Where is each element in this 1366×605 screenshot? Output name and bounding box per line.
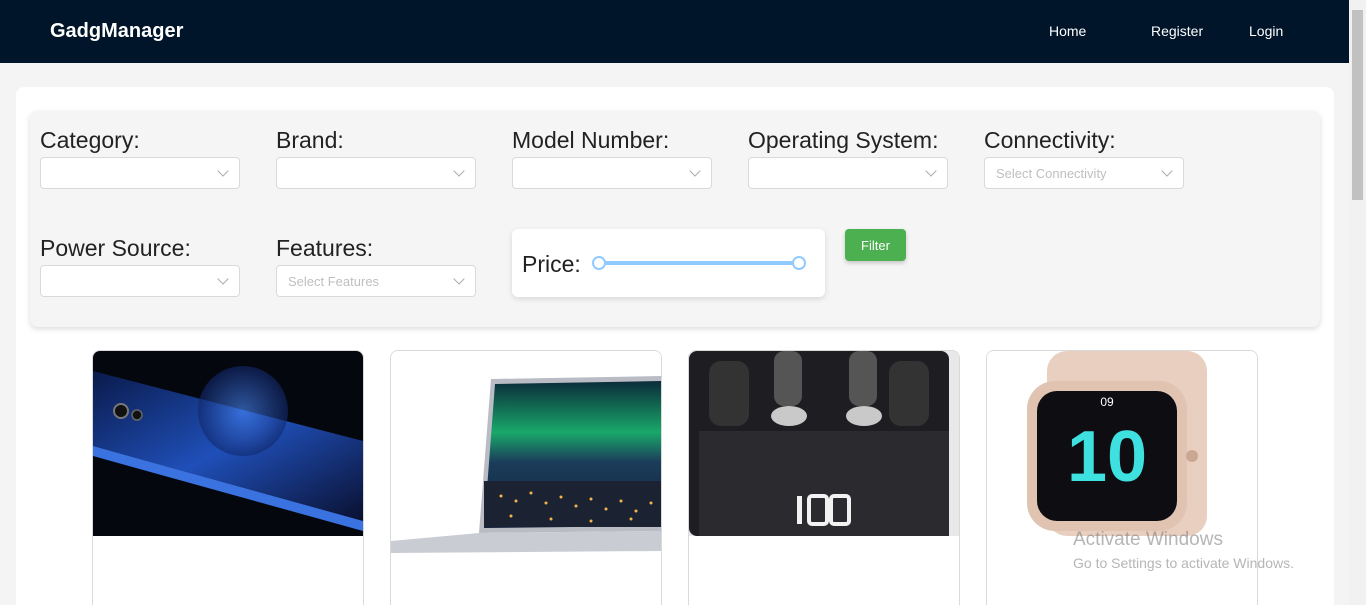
price-slider-max-handle[interactable] bbox=[792, 256, 806, 270]
product-card[interactable] bbox=[92, 350, 364, 605]
price-filter: Price: bbox=[512, 229, 825, 297]
power-source-label: Power Source: bbox=[40, 235, 191, 261]
brand-select[interactable] bbox=[276, 157, 476, 189]
phone-image bbox=[93, 351, 363, 536]
chevron-down-icon bbox=[925, 165, 937, 177]
connectivity-label: Connectivity: bbox=[984, 127, 1116, 153]
category-select[interactable] bbox=[40, 157, 240, 189]
connectivity-select[interactable]: Select Connectivity bbox=[984, 157, 1184, 189]
brand-label: Brand: bbox=[276, 127, 344, 153]
features-label: Features: bbox=[276, 235, 374, 261]
smartwatch-image: 09 10 bbox=[987, 351, 1257, 536]
features-placeholder: Select Features bbox=[288, 274, 380, 289]
price-slider-min-handle[interactable] bbox=[592, 256, 606, 270]
watermark-subtitle: Go to Settings to activate Windows. bbox=[1073, 555, 1294, 571]
category-label: Category: bbox=[40, 127, 140, 153]
operating-system-label: Operating System: bbox=[748, 127, 939, 153]
activate-windows-watermark: Activate Windows Go to Settings to activ… bbox=[1073, 529, 1294, 571]
svg-text:10: 10 bbox=[1067, 417, 1147, 497]
operating-system-select[interactable] bbox=[748, 157, 948, 189]
chevron-down-icon bbox=[217, 273, 229, 285]
svg-text:09: 09 bbox=[1100, 395, 1114, 409]
page-scrollbar[interactable] bbox=[1349, 0, 1366, 605]
chevron-down-icon bbox=[217, 165, 229, 177]
nav-home-link[interactable]: Home bbox=[1049, 23, 1086, 39]
chevron-down-icon bbox=[453, 165, 465, 177]
nav-login-link[interactable]: Login bbox=[1249, 23, 1283, 39]
top-navbar: GadgManager Home Register Login bbox=[0, 0, 1349, 63]
product-card[interactable] bbox=[688, 350, 960, 605]
product-card[interactable] bbox=[390, 350, 662, 605]
earbuds-image bbox=[689, 351, 959, 536]
brand-logo[interactable]: GadgManager bbox=[50, 20, 183, 43]
nav-register-link[interactable]: Register bbox=[1151, 23, 1203, 39]
chevron-down-icon bbox=[689, 165, 701, 177]
connectivity-placeholder: Select Connectivity bbox=[996, 166, 1107, 181]
price-slider-track[interactable] bbox=[599, 261, 799, 265]
chevron-down-icon bbox=[453, 273, 465, 285]
power-source-select[interactable] bbox=[40, 265, 240, 297]
features-select[interactable]: Select Features bbox=[276, 265, 476, 297]
laptop-image bbox=[391, 351, 661, 556]
model-number-select[interactable] bbox=[512, 157, 712, 189]
filter-panel: Category: Brand: Model Number: Operating… bbox=[30, 111, 1320, 327]
chevron-down-icon bbox=[1161, 165, 1173, 177]
model-number-label: Model Number: bbox=[512, 127, 670, 153]
watermark-title: Activate Windows bbox=[1073, 529, 1223, 550]
filter-button[interactable]: Filter bbox=[845, 229, 906, 261]
price-label: Price: bbox=[522, 251, 581, 277]
scrollbar-thumb[interactable] bbox=[1352, 10, 1363, 200]
